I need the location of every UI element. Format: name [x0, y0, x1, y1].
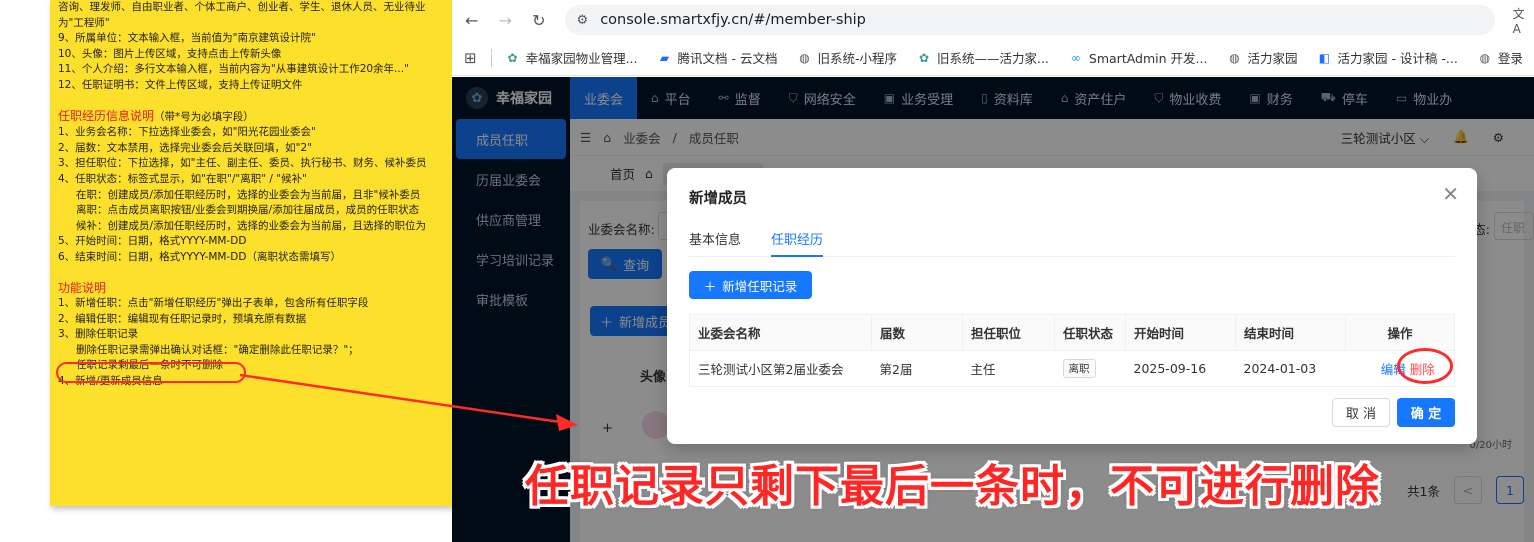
design-icon: ◧: [1318, 50, 1331, 65]
note-line: 在职：创建成员/添加任职经历时，选择的业委会为当前届，且非"候补委员: [76, 188, 421, 201]
reload-icon[interactable]: ↻: [531, 11, 547, 30]
requirements-note: 咨询、理发师、自由职业者、个体工商户、创业者、学生、退休人员、无业待业 为"工程…: [50, 0, 452, 506]
table-row: 三轮测试小区第2届业委会 第2届 主任 离职 2025-09-16 2024-0…: [689, 350, 1455, 387]
bookmark-item[interactable]: ◍ 旧系统-小程序: [797, 48, 897, 67]
column-header: 担任职位: [962, 314, 1055, 351]
bookmark-label: 幸福家园物业管理...: [525, 51, 638, 66]
tencent-docs-icon: ▰: [659, 50, 670, 65]
status-badge: 离职: [1062, 359, 1096, 378]
close-icon[interactable]: ✕: [1442, 182, 1459, 206]
add-member-dialog: 新增成员 ✕ 基本信息 任职经历 ＋ 新增任职记录 业委会名称 届数 担任职位 任…: [667, 168, 1477, 444]
note-line: 2、编辑任职：编辑现有任职记录时，预填充原有数据: [58, 312, 307, 325]
translate-icon[interactable]: 文A: [1513, 5, 1530, 36]
bookmark-label: 登录: [1497, 51, 1523, 66]
annotation-circle-note: [56, 362, 246, 383]
column-header: 届数: [871, 314, 963, 351]
note-line: 3、删除任职记录: [58, 328, 139, 341]
dialog-tabs: 基本信息 任职经历: [689, 223, 1455, 257]
note-section-history: 任职经历信息说明（带*号为必填字段）: [58, 109, 452, 126]
note-line: 12、任职证明书：文件上传区域，支持上传证明文件: [58, 78, 303, 91]
column-header: 结束时间: [1235, 314, 1346, 351]
note-line: 3、担任职位：下拉选择，如"主任、副主任、委员、执行秘书、财务、候补委员: [58, 157, 427, 170]
bookmark-label: 旧系统-小程序: [817, 51, 897, 66]
note-line: 5、开始时间：日期，格式YYYY-MM-DD: [58, 235, 247, 248]
globe-icon: ◍: [799, 50, 810, 65]
bookmark-label: 活力家园 - 设计稿 -...: [1337, 51, 1458, 66]
column-header: 开始时间: [1125, 314, 1236, 351]
cancel-button[interactable]: 取 消: [1332, 398, 1390, 427]
note-line: 1、新增任职：点击"新增任职经历"弹出子表单，包含所有任职字段: [58, 297, 369, 310]
column-header: 业委会名称: [689, 314, 872, 351]
forward-icon[interactable]: →: [498, 11, 514, 30]
note-line: 咨询、理发师、自由职业者、个体工商户、创业者、学生、退休人员、无业待业: [58, 1, 426, 13]
cell-status: 离职: [1054, 350, 1126, 387]
cell-committee: 三轮测试小区第2届业委会: [689, 350, 872, 387]
bookmarks-bar: ⊞ ✿ 幸福家园物业管理... ▰ 腾讯文档 - 云文档 ◍ 旧系统-小程序 ✿ 旧系统…: [452, 40, 1534, 76]
annotation-caption: 任职记录只剩下最后一条时，不可进行删除: [525, 461, 1380, 512]
note-section-func: 功能说明: [58, 280, 107, 295]
confirm-button[interactable]: 确 定: [1397, 398, 1455, 427]
note-line: 删除任职记录需弹出确认对话框："确定删除此任职记录？"；: [76, 343, 359, 356]
site-settings-icon[interactable]: ⚙: [577, 13, 589, 28]
bookmark-item[interactable]: ▰ 腾讯文档 - 云文档: [658, 48, 778, 67]
note-line: 4、任职状态：标签式显示，如"在职"/"离职" / "候补": [58, 172, 307, 185]
note-section-hint: （带*号为必填字段）: [154, 110, 254, 123]
column-header: 操作: [1345, 314, 1455, 351]
gear-icon: ✿: [507, 50, 518, 65]
note-line: 11、个人介绍：多行文本输入框，当前内容为"从事建筑设计工作20余年...": [58, 63, 409, 76]
bookmark-label: 旧系统——活力家...: [936, 51, 1049, 66]
bookmark-item[interactable]: ◍ 登录: [1478, 48, 1523, 67]
column-header: 任职状态: [1054, 314, 1126, 351]
bookmark-separator: [490, 48, 492, 67]
cell-term: 第2届: [871, 350, 963, 387]
url-bar[interactable]: ⚙ console.smartxfjy.cn/#/member-ship: [564, 5, 1495, 35]
table-header-row: 业委会名称 届数 担任职位 任职状态 开始时间 结束时间 操作: [689, 314, 1455, 351]
note-line: 6、结束时间：日期，格式YYYY-MM-DD（离职状态需填写）: [58, 250, 341, 263]
annotation-circle-delete: [1397, 348, 1453, 384]
bookmark-label: 活力家园: [1247, 51, 1298, 66]
cell-position: 主任: [962, 350, 1055, 387]
url-text: console.smartxfjy.cn/#/member-ship: [600, 12, 866, 28]
note-line: 9、所属单位：文本输入框，当前值为"南京建筑设计院": [58, 32, 316, 45]
back-icon[interactable]: ←: [464, 11, 480, 30]
bookmark-item[interactable]: ◍ 活力家园: [1227, 48, 1297, 67]
globe-icon: ◍: [1479, 50, 1491, 65]
note-line: 候补：创建成员/添加任职经历时，选择的业委会为当前届，且选择的职位为: [76, 219, 427, 232]
add-record-label: 新增任职记录: [722, 278, 798, 294]
cell-end: 2024-01-03: [1235, 350, 1346, 387]
dialog-title: 新增成员: [689, 191, 747, 207]
note-line: 1、业务会名称：下拉选择业委会，如"阳光花园业委会": [58, 126, 316, 139]
note-line: 为"工程师": [58, 16, 110, 29]
bookmark-item[interactable]: ∞ SmartAdmin 开发...: [1069, 48, 1208, 67]
cell-start: 2025-09-16: [1125, 350, 1236, 387]
note-line: 2、届数：文本禁用，选择完业委会后关联回填，如"2": [58, 141, 313, 154]
history-table: 业委会名称 届数 担任职位 任职状态 开始时间 结束时间 操作 三轮测试小区第2…: [689, 314, 1455, 387]
bookmark-item[interactable]: ✿ 旧系统——活力家...: [917, 48, 1049, 67]
bookmark-label: SmartAdmin 开发...: [1088, 51, 1208, 66]
note-spacer: [58, 266, 452, 281]
note-spacer: [58, 94, 452, 109]
globe-icon: ◍: [1229, 50, 1240, 65]
link-icon: ∞: [1070, 50, 1081, 65]
bookmark-item[interactable]: ✿ 幸福家园物业管理...: [506, 48, 638, 67]
plus-icon: ＋: [703, 278, 717, 294]
apps-grid-icon[interactable]: ⊞: [464, 49, 477, 67]
note-line: 离职：点击成员离职按钮/业委会到期换届/添加往届成员，成员的任职状态: [76, 204, 420, 217]
tab-employment-history[interactable]: 任职经历: [771, 223, 824, 257]
note-section-title: 任职经历信息说明: [58, 108, 155, 123]
gear-icon: ✿: [918, 50, 930, 65]
bookmark-item[interactable]: ◧ 活力家园 - 设计稿 -...: [1317, 48, 1458, 67]
add-record-button[interactable]: ＋ 新增任职记录: [689, 271, 812, 299]
address-toolbar: ← → ↻ ⚙ console.smartxfjy.cn/#/member-sh…: [452, 0, 1534, 40]
bookmark-label: 腾讯文档 - 云文档: [677, 51, 778, 66]
tab-basic-info[interactable]: 基本信息: [689, 223, 741, 257]
note-line: 10、头像：图片上传区域，支持点击上传新头像: [58, 47, 282, 60]
